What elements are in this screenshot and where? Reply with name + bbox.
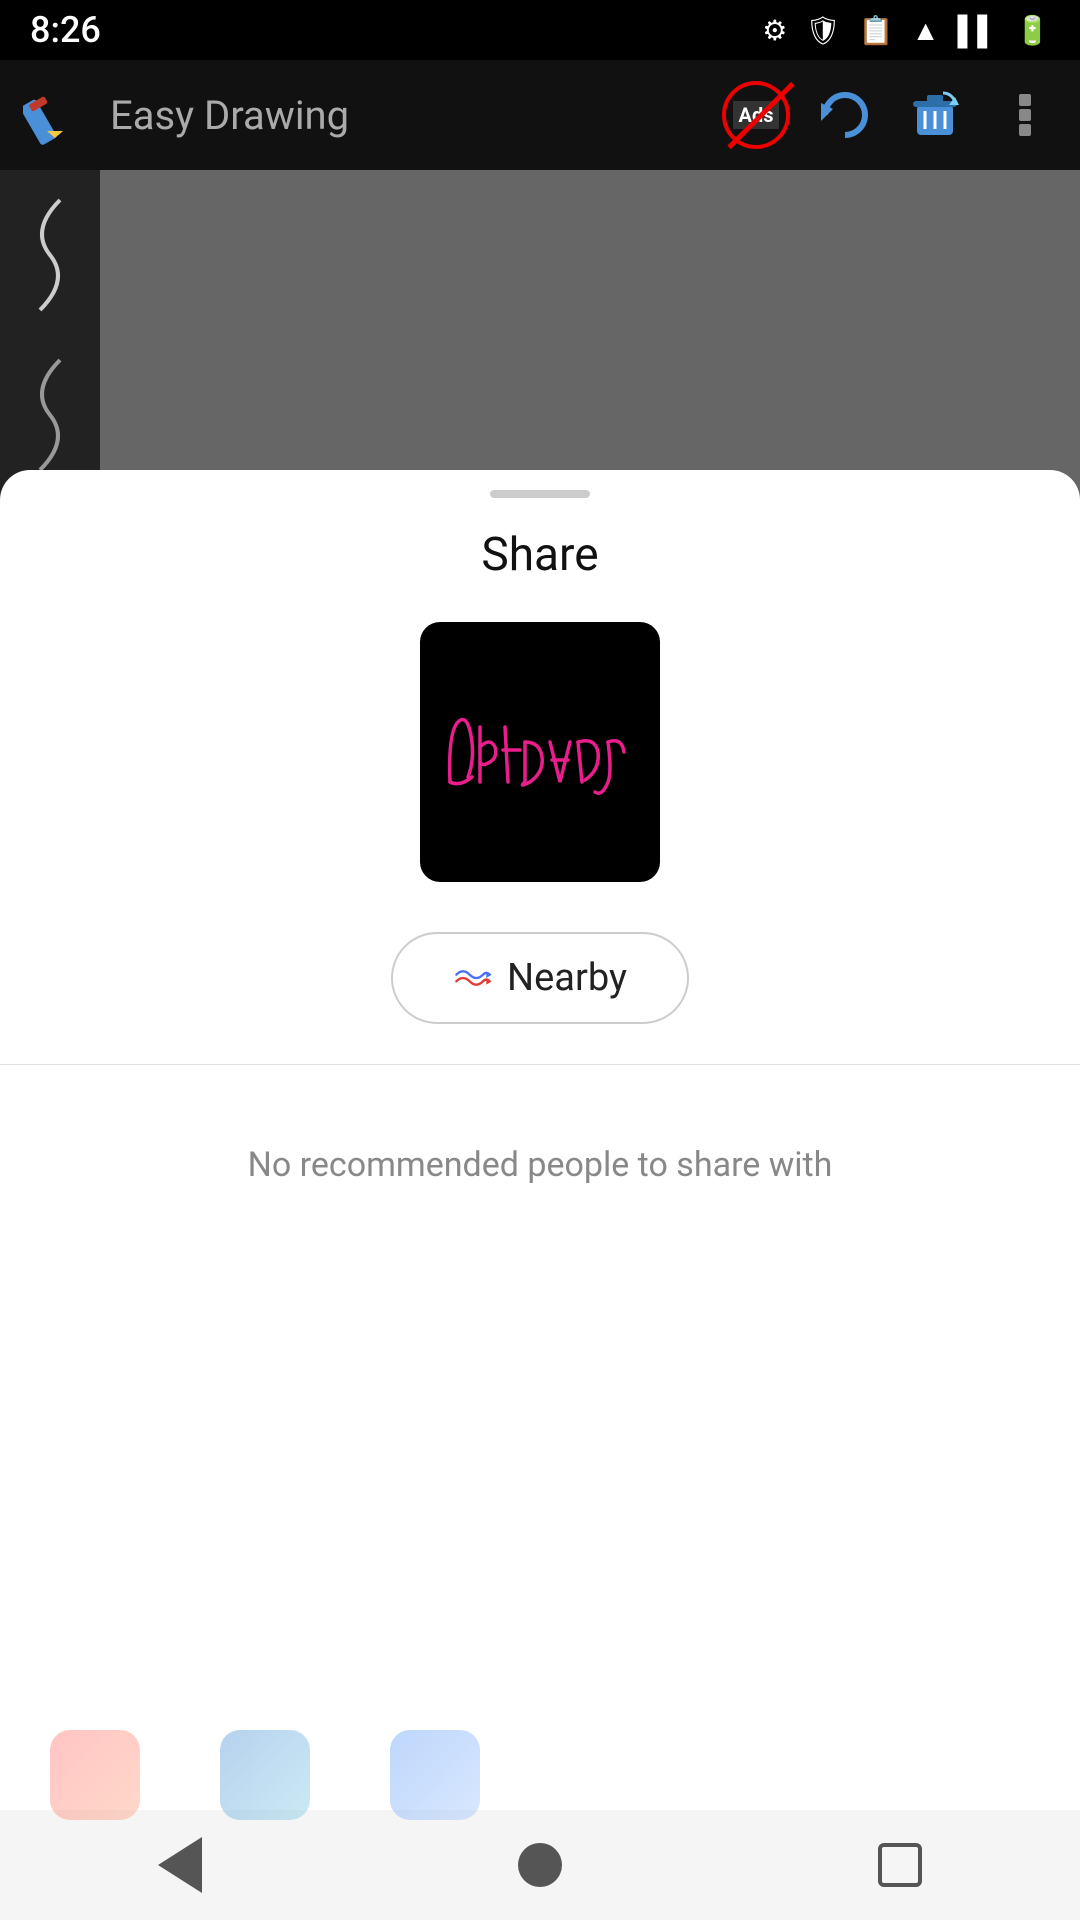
no-people-section: No recommended people to share with: [0, 1065, 1080, 1265]
recycle-bin-button[interactable]: [900, 80, 970, 150]
undo-button[interactable]: [810, 80, 880, 150]
tool-curve-1[interactable]: [10, 180, 90, 330]
share-sheet: Share Nearby: [0, 470, 1080, 1920]
recent-button[interactable]: [840, 1825, 960, 1905]
drawing-preview: [420, 622, 660, 882]
nearby-label: Nearby: [507, 956, 627, 1000]
recent-icon: [878, 1843, 922, 1887]
settings-icon: ⚙: [762, 14, 787, 47]
app-shortcut-3: [390, 1730, 480, 1820]
status-time: 8:26: [30, 9, 101, 51]
app-logo: [20, 80, 90, 150]
tool-sidebar: [0, 170, 100, 520]
canvas-main[interactable]: [100, 170, 1080, 520]
status-icons: ⚙ 🛡 📋 ▲ ▌▌ 🔋: [762, 14, 1050, 47]
more-button[interactable]: [990, 80, 1060, 150]
app-shortcut-2: [220, 1730, 310, 1820]
tool-curve-2[interactable]: [10, 340, 90, 490]
ads-button[interactable]: Ads: [722, 81, 790, 149]
nearby-button[interactable]: Nearby: [391, 932, 689, 1024]
status-bar: 8:26 ⚙ 🛡 📋 ▲ ▌▌ 🔋: [0, 0, 1080, 60]
share-title: Share: [0, 528, 1080, 582]
no-people-text: No recommended people to share with: [248, 1145, 833, 1185]
home-button[interactable]: [480, 1825, 600, 1905]
clipboard-icon: 📋: [859, 14, 894, 47]
home-icon: [518, 1843, 562, 1887]
nearby-icon: [453, 964, 493, 992]
canvas-area: [0, 170, 1080, 520]
sheet-handle: [490, 490, 590, 498]
signal-icon: ▌▌: [957, 14, 997, 47]
battery-icon: 🔋: [1015, 14, 1050, 47]
security-icon: 🛡: [805, 14, 841, 47]
nav-bar: [0, 1810, 1080, 1920]
app-title: Easy Drawing: [110, 92, 702, 139]
wifi-icon: ▲: [912, 14, 940, 47]
app-shortcut-1: [50, 1730, 140, 1820]
back-button[interactable]: [120, 1825, 240, 1905]
back-icon: [158, 1837, 202, 1893]
app-toolbar: Easy Drawing Ads: [0, 60, 1080, 170]
